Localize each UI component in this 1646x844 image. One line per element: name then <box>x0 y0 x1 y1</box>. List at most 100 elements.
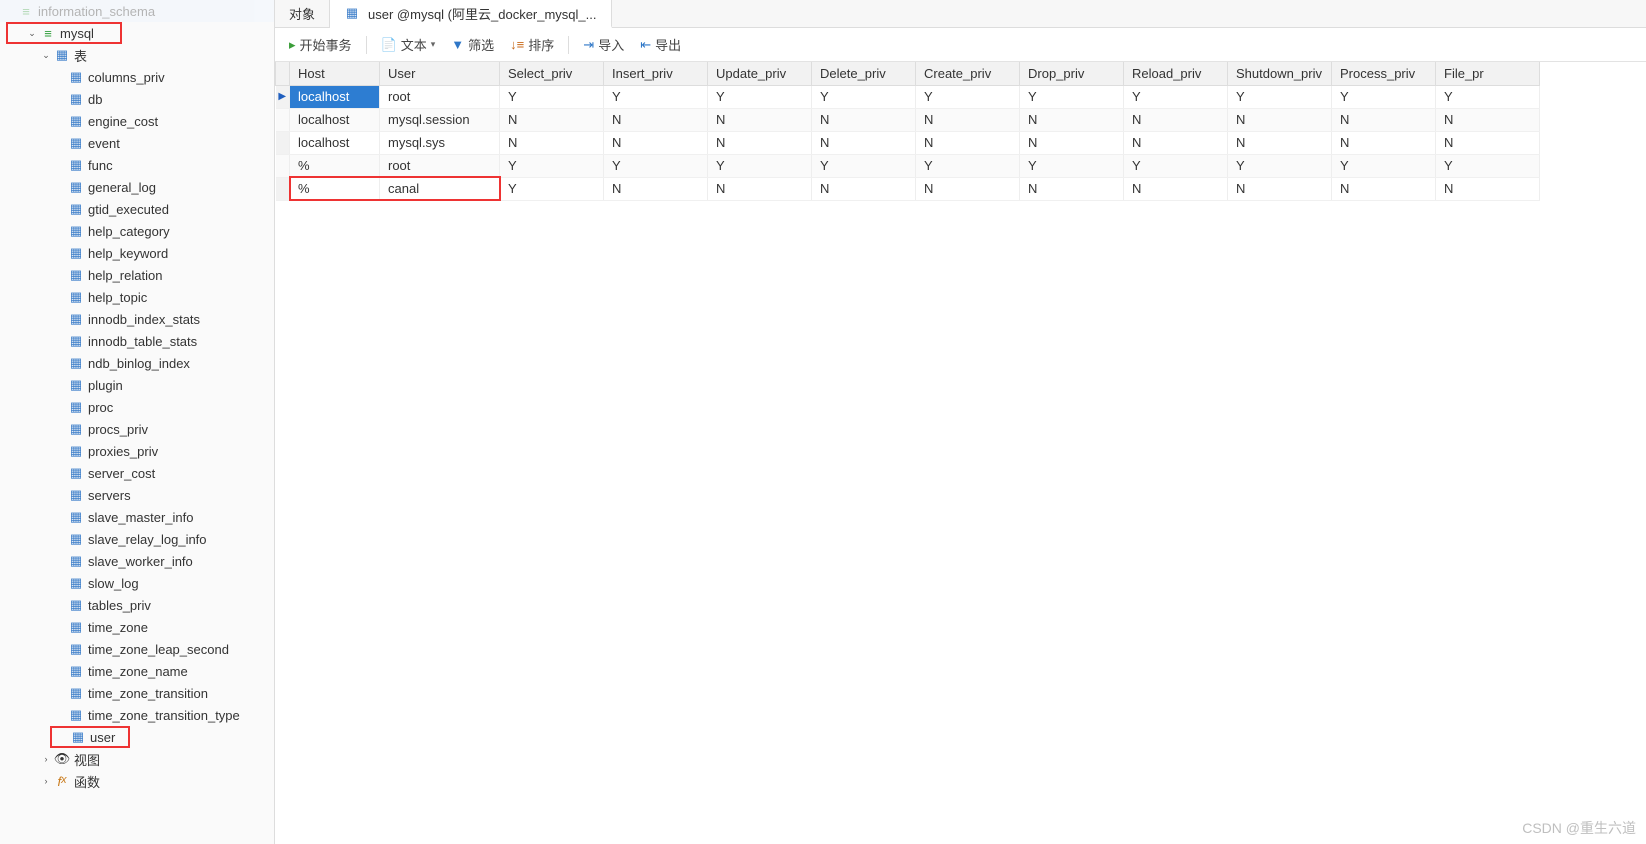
table-row[interactable]: %canalYNNNNNNNNN <box>276 177 1540 200</box>
cell-priv[interactable]: Y <box>1228 85 1332 108</box>
cell-priv[interactable]: N <box>916 177 1020 200</box>
tree-table-innodb_index_stats[interactable]: innodb_index_stats <box>0 308 274 330</box>
tree-table-ndb_binlog_index[interactable]: ndb_binlog_index <box>0 352 274 374</box>
cell-priv[interactable]: N <box>1332 131 1436 154</box>
tree-table-gtid_executed[interactable]: gtid_executed <box>0 198 274 220</box>
cell-priv[interactable]: N <box>500 131 604 154</box>
begin-transaction-button[interactable]: ▸ 开始事务 <box>283 32 358 57</box>
column-header[interactable]: File_pr <box>1436 62 1540 85</box>
cell-user[interactable]: canal <box>380 177 500 200</box>
export-button[interactable]: ⇤ 导出 <box>634 32 687 57</box>
cell-host[interactable]: % <box>290 154 380 177</box>
tree-table-db[interactable]: db <box>0 88 274 110</box>
cell-priv[interactable]: N <box>812 131 916 154</box>
tree-table-time_zone[interactable]: time_zone <box>0 616 274 638</box>
cell-priv[interactable]: N <box>708 131 812 154</box>
cell-priv[interactable]: Y <box>500 177 604 200</box>
cell-priv[interactable]: N <box>1020 177 1124 200</box>
tree-table-user[interactable]: user <box>50 726 130 748</box>
tree-table-plugin[interactable]: plugin <box>0 374 274 396</box>
tree-table-columns_priv[interactable]: columns_priv <box>0 66 274 88</box>
cell-priv[interactable]: N <box>1020 108 1124 131</box>
cell-priv[interactable]: Y <box>1332 85 1436 108</box>
column-header[interactable]: Select_priv <box>500 62 604 85</box>
tree-table-func[interactable]: func <box>0 154 274 176</box>
tree-table-engine_cost[interactable]: engine_cost <box>0 110 274 132</box>
tree-table-event[interactable]: event <box>0 132 274 154</box>
cell-priv[interactable]: N <box>916 108 1020 131</box>
cell-host[interactable]: localhost <box>290 108 380 131</box>
cell-priv[interactable]: Y <box>916 154 1020 177</box>
tree-table-help_topic[interactable]: help_topic <box>0 286 274 308</box>
cell-priv[interactable]: N <box>812 177 916 200</box>
tree-table-time_zone_leap_second[interactable]: time_zone_leap_second <box>0 638 274 660</box>
cell-priv[interactable]: N <box>1228 177 1332 200</box>
import-button[interactable]: ⇥ 导入 <box>577 32 630 57</box>
cell-user[interactable]: root <box>380 154 500 177</box>
cell-priv[interactable]: Y <box>500 154 604 177</box>
cell-priv[interactable]: N <box>1124 131 1228 154</box>
text-view-button[interactable]: 📄 文本 ▾ <box>375 32 442 57</box>
cell-host[interactable]: localhost <box>290 85 380 108</box>
cell-user[interactable]: mysql.sys <box>380 131 500 154</box>
column-header[interactable]: Insert_priv <box>604 62 708 85</box>
tree-table-slow_log[interactable]: slow_log <box>0 572 274 594</box>
cell-priv[interactable]: N <box>500 108 604 131</box>
tree-table-procs_priv[interactable]: procs_priv <box>0 418 274 440</box>
cell-priv[interactable]: Y <box>1332 154 1436 177</box>
tree-table-proc[interactable]: proc <box>0 396 274 418</box>
tab-objects[interactable]: 对象 <box>275 0 330 27</box>
cell-priv[interactable]: N <box>708 177 812 200</box>
cell-priv[interactable]: Y <box>1020 154 1124 177</box>
cell-priv[interactable]: Y <box>500 85 604 108</box>
tree-table-help_relation[interactable]: help_relation <box>0 264 274 286</box>
column-header[interactable]: Update_priv <box>708 62 812 85</box>
cell-priv[interactable]: N <box>604 177 708 200</box>
cell-priv[interactable]: Y <box>1228 154 1332 177</box>
cell-priv[interactable]: Y <box>1020 85 1124 108</box>
column-header[interactable]: Shutdown_priv <box>1228 62 1332 85</box>
table-row[interactable]: %rootYYYYYYYYYY <box>276 154 1540 177</box>
column-header[interactable]: Delete_priv <box>812 62 916 85</box>
table-row[interactable]: localhostmysql.sysNNNNNNNNNN <box>276 131 1540 154</box>
cell-priv[interactable]: Y <box>1436 154 1540 177</box>
cell-priv[interactable]: Y <box>1124 154 1228 177</box>
column-header[interactable]: Host <box>290 62 380 85</box>
cell-priv[interactable]: N <box>604 108 708 131</box>
tree-table-innodb_table_stats[interactable]: innodb_table_stats <box>0 330 274 352</box>
tree-views-group[interactable]: 👁 视图 <box>0 748 274 770</box>
cell-priv[interactable]: N <box>916 131 1020 154</box>
column-header[interactable]: Drop_priv <box>1020 62 1124 85</box>
cell-priv[interactable]: N <box>1436 177 1540 200</box>
cell-priv[interactable]: N <box>708 108 812 131</box>
cell-priv[interactable]: Y <box>604 85 708 108</box>
tree-table-time_zone_transition[interactable]: time_zone_transition <box>0 682 274 704</box>
tab-user-table[interactable]: user @mysql (阿里云_docker_mysql_... <box>330 0 611 28</box>
column-header[interactable]: Reload_priv <box>1124 62 1228 85</box>
tree-db-information-schema[interactable]: information_schema <box>0 0 274 22</box>
tree-tables-group[interactable]: 表 <box>0 44 274 66</box>
cell-priv[interactable]: Y <box>916 85 1020 108</box>
cell-host[interactable]: localhost <box>290 131 380 154</box>
sort-button[interactable]: ↓≡ 排序 <box>504 32 560 57</box>
column-header[interactable]: User <box>380 62 500 85</box>
cell-priv[interactable]: Y <box>708 154 812 177</box>
cell-user[interactable]: root <box>380 85 500 108</box>
cell-priv[interactable]: N <box>812 108 916 131</box>
tree-table-server_cost[interactable]: server_cost <box>0 462 274 484</box>
cell-priv[interactable]: N <box>1436 108 1540 131</box>
cell-priv[interactable]: Y <box>1124 85 1228 108</box>
cell-priv[interactable]: Y <box>604 154 708 177</box>
tree-table-servers[interactable]: servers <box>0 484 274 506</box>
tree-table-slave_worker_info[interactable]: slave_worker_info <box>0 550 274 572</box>
tree-table-time_zone_transition_type[interactable]: time_zone_transition_type <box>0 704 274 726</box>
cell-priv[interactable]: N <box>1124 177 1228 200</box>
column-header[interactable]: Create_priv <box>916 62 1020 85</box>
tree-table-slave_master_info[interactable]: slave_master_info <box>0 506 274 528</box>
tree-table-proxies_priv[interactable]: proxies_priv <box>0 440 274 462</box>
tree-table-help_keyword[interactable]: help_keyword <box>0 242 274 264</box>
cell-priv[interactable]: Y <box>708 85 812 108</box>
cell-priv[interactable]: N <box>1228 108 1332 131</box>
tree-table-tables_priv[interactable]: tables_priv <box>0 594 274 616</box>
tree-table-help_category[interactable]: help_category <box>0 220 274 242</box>
